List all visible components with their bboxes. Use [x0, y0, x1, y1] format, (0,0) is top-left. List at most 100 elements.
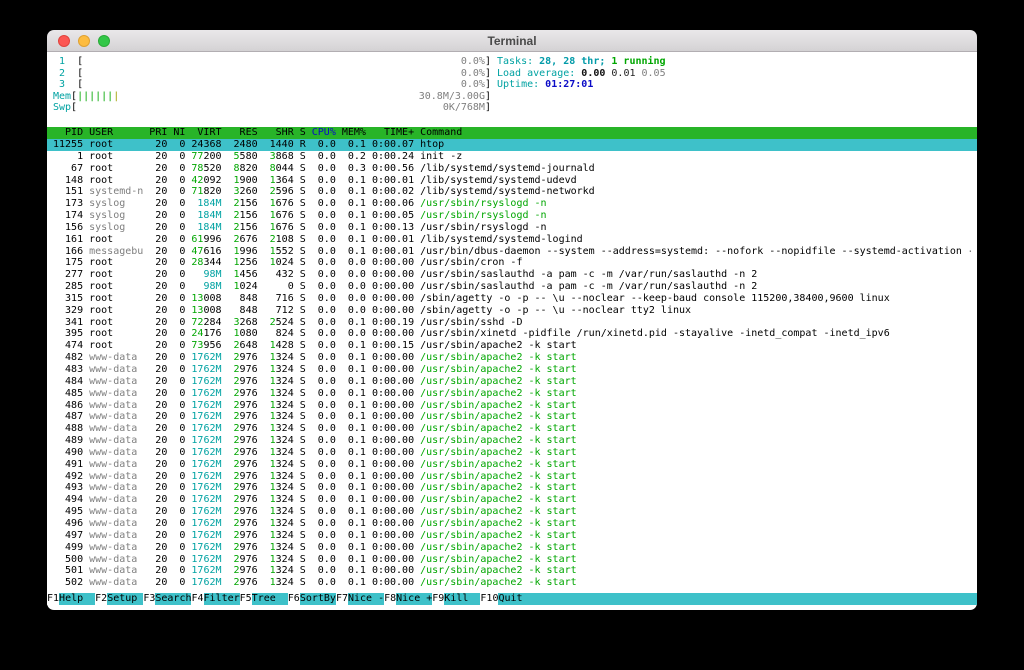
column-header-cpu[interactable]: CPU%	[312, 127, 336, 139]
cell-pid: 11255	[53, 138, 84, 150]
process-row[interactable]: 492 www-data 20 0 1762M 2976 1324 S 0.0 0.1 0:00.0…	[47, 471, 977, 483]
column-header-time[interactable]: TIME+	[372, 127, 414, 139]
process-row[interactable]: 482 www-data 20 0 1762M 2976 1324 S 0.0 0.1 0:00.0…	[47, 352, 977, 364]
cell-cpu: 0.0	[317, 506, 336, 518]
column-header-shr[interactable]: SHR	[264, 127, 294, 139]
process-row[interactable]: 315 root 20 0 13008 848 716 S 0.0 0.0 0:00.00/sbin…	[47, 293, 977, 305]
value-megabyte-digits: 1	[269, 174, 276, 186]
process-row[interactable]: 474 root 20 0 73956 2648 1428 S 0.0 0.1 0:00.15/us…	[47, 340, 977, 352]
process-row[interactable]: 497 www-data 20 0 1762M 2976 1324 S 0.0 0.1 0:00.0…	[47, 530, 977, 542]
cell-cmd: /usr/sbin/apache2 -k start	[420, 517, 577, 529]
process-row[interactable]: 493 www-data 20 0 1762M 2976 1324 S 0.0 0.1 0:00.0…	[47, 482, 977, 494]
value-megabyte-digits: 5	[233, 150, 240, 162]
value-megabyte-digits: 1	[233, 174, 240, 186]
cell-virt: 1762M	[191, 470, 222, 482]
cell-mem: 0.0	[347, 281, 366, 293]
process-row[interactable]: 175 root 20 0 28344 1256 1024 S 0.0 0.0 0:00.00/us…	[47, 257, 977, 269]
swp-label: Swp	[53, 102, 72, 114]
process-row[interactable]: 148 root 20 0 42092 1900 1364 S 0.0 0.1 0:00.01/li…	[47, 175, 977, 187]
cell-cmd: /usr/sbin/apache2 -k start	[420, 494, 577, 506]
process-row[interactable]: 166 messagebu 20 0 47616 1996 1552 S 0.0 0.1 0:00.…	[47, 246, 977, 258]
uptime-label: Uptime:	[497, 79, 540, 91]
process-row[interactable]: 491 www-data 20 0 1762M 2976 1324 S 0.0 0.1 0:00.0…	[47, 459, 977, 471]
column-header-s[interactable]: S	[300, 127, 306, 139]
process-row[interactable]: 329 root 20 0 13008 848 712 S 0.0 0.0 0:00.00/sbin…	[47, 305, 977, 317]
fn-button-filter[interactable]: F4 Filter	[191, 593, 240, 605]
fn-button-sortby[interactable]: F6 SortBy	[287, 593, 336, 605]
cell-user: root	[89, 340, 114, 352]
cell-res: 3268	[233, 316, 258, 328]
process-row[interactable]: 489 www-data 20 0 1762M 2976 1324 S 0.0 0.1 0:00.0…	[47, 435, 977, 447]
cell-cpu: 0.0	[317, 458, 336, 470]
cell-pid: 500	[65, 553, 84, 565]
process-row[interactable]: 501 www-data 20 0 1762M 2976 1324 S 0.0 0.1 0:00.0…	[47, 565, 977, 577]
fn-button-quit[interactable]: F10 Quit	[480, 593, 535, 605]
fn-button-tree[interactable]: F5 Tree	[239, 593, 288, 605]
process-row-selected[interactable]: 11255 root 20 0 24368 2480 1440 R 0.0 0.1 0:00.07 h…	[47, 138, 977, 151]
process-row[interactable]: 151 systemd-n 20 0 71820 3260 2596 S 0.0 0.1 0:00.…	[47, 186, 977, 198]
column-header-cmd[interactable]: Command	[420, 127, 971, 139]
fn-button-setup[interactable]: F2 Setup	[95, 593, 144, 605]
process-row[interactable]: 495 www-data 20 0 1762M 2976 1324 S 0.0 0.1 0:00.0…	[47, 506, 977, 518]
process-row[interactable]: 496 www-data 20 0 1762M 2976 1324 S 0.0 0.1 0:00.0…	[47, 518, 977, 530]
close-button[interactable]	[58, 34, 70, 47]
column-header-pid[interactable]: PID	[53, 127, 83, 139]
cell-pri: 20	[155, 565, 168, 577]
cell-res: 2156	[233, 221, 258, 233]
process-row[interactable]: 174 syslog 20 0 184M 2156 1676 S 0.0 0.1 0:00.05/u…	[47, 210, 977, 222]
process-list: 11255 root 20 0 24368 2480 1440 R 0.0 0.1 0:00.07 h…	[47, 138, 977, 589]
cell-s: S	[299, 470, 306, 482]
cell-time: 0:00.00	[371, 482, 415, 494]
cell-res: 1080	[233, 328, 258, 340]
process-row[interactable]: 341 root 20 0 72284 3268 2524 S 0.0 0.1 0:00.19/us…	[47, 317, 977, 329]
column-header-virt[interactable]: VIRT	[191, 127, 221, 139]
cell-pid: 487	[65, 411, 84, 423]
zoom-button[interactable]	[98, 34, 110, 47]
process-row[interactable]: 67 root 20 0 78520 8820 8044 S 0.0 0.3 0:00.56/lib…	[47, 163, 977, 175]
fn-button-help[interactable]: F1 Help	[47, 593, 96, 605]
titlebar[interactable]: Terminal	[47, 30, 977, 52]
process-row[interactable]: 484 www-data 20 0 1762M 2976 1324 S 0.0 0.1 0:00.0…	[47, 376, 977, 388]
process-row[interactable]: 494 www-data 20 0 1762M 2976 1324 S 0.0 0.1 0:00.0…	[47, 494, 977, 506]
cell-mem: 0.1	[347, 364, 366, 375]
cell-s: S	[299, 304, 306, 316]
process-row[interactable]: 285 root 20 0 98M 1024 0 S 0.0 0.0 0:00.00/usr/sbi…	[47, 281, 977, 293]
process-row[interactable]: 395 root 20 0 24176 1080 824 S 0.0 0.0 0:00.00/usr…	[47, 328, 977, 340]
cell-cmd: /usr/sbin/saslauthd -a pam -c -m /var/ru…	[420, 269, 758, 281]
fn-button-nice--[interactable]: F7 Nice -	[335, 593, 385, 605]
process-row[interactable]: 1 root 20 0 77200 5580 3868 S 0.0 0.2 0:00.24 init …	[47, 151, 977, 163]
cell-res: 2976	[233, 423, 258, 435]
process-row[interactable]: 277 root 20 0 98M 1456 432 S 0.0 0.0 0:00.00/usr/s…	[47, 269, 977, 281]
process-row[interactable]: 483 www-data 20 0 1762M 2976 1324 S 0.0 0.1 0:00.0…	[47, 364, 977, 376]
process-row[interactable]: 161 root 20 0 61996 2676 2108 S 0.0 0.1 0:00.01/li…	[47, 234, 977, 246]
terminal-content: 1[0.0%] 2[0.0%] 3[0.0%] Mem[|||||| | 30.8M…	[47, 52, 977, 610]
process-row[interactable]: 499 www-data 20 0 1762M 2976 1324 S 0.0 0.1 0:00.0…	[47, 542, 977, 554]
process-row[interactable]: 156 syslog 20 0 184M 2156 1676 S 0.0 0.1 0:00.13/u…	[47, 222, 977, 234]
process-row[interactable]: 486 www-data 20 0 1762M 2976 1324 S 0.0 0.1 0:00.0…	[47, 400, 977, 412]
fn-button-search[interactable]: F3 Search	[143, 593, 192, 605]
column-header-mem[interactable]: MEM%	[342, 127, 366, 139]
cell-cmd: /usr/sbin/apache2 -k start	[420, 458, 577, 470]
cell-shr: 1440	[269, 138, 294, 150]
process-row[interactable]: 500 www-data 20 0 1762M 2976 1324 S 0.0 0.1 0:00.0…	[47, 554, 977, 566]
process-row[interactable]: 485 www-data 20 0 1762M 2976 1324 S 0.0 0.1 0:00.0…	[47, 388, 977, 400]
process-row[interactable]: 490 www-data 20 0 1762M 2976 1324 S 0.0 0.1 0:00.0…	[47, 447, 977, 459]
cell-pid: 277	[65, 269, 84, 281]
value-megabyte-digits: 1	[233, 245, 240, 257]
column-header-ni[interactable]: NI	[173, 127, 185, 139]
cell-time: 0:00.24	[371, 150, 415, 162]
cell-ni: 0	[179, 352, 186, 364]
column-header-pri[interactable]: PRI	[149, 127, 167, 139]
fn-button-kill[interactable]: F9 Kill	[432, 593, 481, 605]
process-row[interactable]: 487 www-data 20 0 1762M 2976 1324 S 0.0 0.1 0:00.0…	[47, 411, 977, 423]
process-row[interactable]: 173 syslog 20 0 184M 2156 1676 S 0.0 0.1 0:00.06/u…	[47, 198, 977, 210]
value-megabyte-digits: 2	[233, 482, 240, 494]
fn-button-nice-[interactable]: F8 Nice +	[384, 593, 433, 605]
process-row[interactable]: 488 www-data 20 0 1762M 2976 1324 S 0.0 0.1 0:00.0…	[47, 423, 977, 435]
column-header-user[interactable]: USER	[89, 127, 143, 139]
column-header-res[interactable]: RES	[228, 127, 258, 139]
value-megabyte-digits: 2	[233, 506, 240, 518]
minimize-button[interactable]	[78, 34, 90, 47]
process-row[interactable]: 502 www-data 20 0 1762M 2976 1324 S 0.0 0.1 0:00.0…	[47, 577, 977, 589]
cell-cmd: /usr/sbin/apache2 -k start	[420, 470, 577, 482]
